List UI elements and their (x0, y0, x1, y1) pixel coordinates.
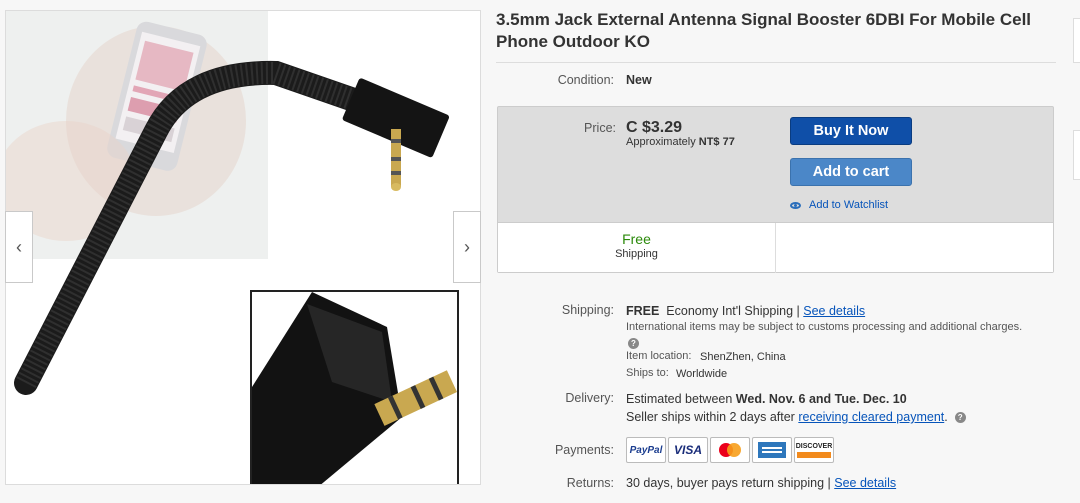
returns-line: 30 days, buyer pays return shipping | Se… (626, 476, 896, 490)
condition-label: Condition: (557, 73, 614, 87)
returns-details-link[interactable]: See details (834, 476, 896, 490)
delivery-dates: Wed. Nov. 6 and Tue. Dec. 10 (735, 392, 907, 406)
discover-text: DISCOVER (795, 442, 833, 450)
title-divider (496, 62, 1056, 63)
side-panel-edge (1073, 130, 1080, 180)
side-panel-edge (1073, 18, 1080, 63)
buy-it-now-button[interactable]: Buy It Now (790, 117, 912, 145)
condition-value: New (626, 73, 652, 87)
seller-ships-prefix: Seller ships within 2 days after (626, 410, 795, 424)
zoom-photo (252, 292, 457, 484)
product-image-gallery[interactable] (5, 10, 481, 485)
previous-image-button[interactable]: ‹ (5, 211, 33, 283)
price-label: Price: (584, 121, 616, 135)
product-title: 3.5mm Jack External Antenna Signal Boost… (496, 10, 1032, 51)
visa-text: VISA (673, 443, 702, 457)
free-shipping-title: Free (622, 231, 651, 247)
discover-stripe (797, 451, 831, 458)
chevron-right-icon: › (464, 236, 470, 257)
shipping-service: Economy Int'l Shipping | (666, 304, 800, 318)
shipping-label: Shipping: (561, 303, 614, 317)
free-shipping-subtitle: Shipping (615, 248, 658, 260)
item-location-value: ShenZhen, China (700, 351, 786, 363)
discover-logo: DISCOVER (794, 437, 834, 463)
seller-ships-line: Seller ships within 2 days after receivi… (626, 410, 966, 424)
delivery-estimate-prefix: Estimated between (626, 392, 733, 406)
mastercard-logo (710, 437, 750, 463)
shipping-summary: Free Shipping (498, 222, 1053, 273)
shipping-free: FREE (626, 304, 660, 318)
cleared-payment-link[interactable]: receiving cleared payment (798, 410, 944, 424)
price-approx-prefix: Approximately (626, 136, 696, 148)
returns-policy: 30 days, buyer pays return shipping | (626, 476, 831, 490)
watchlist-label: Add to Watchlist (809, 199, 889, 211)
paypal-logo: PayPal (626, 437, 666, 463)
next-image-button[interactable]: › (453, 211, 481, 283)
paypal-text: PayPal (629, 444, 663, 456)
summary-divider (775, 223, 776, 273)
zoom-inset (250, 290, 459, 484)
chevron-left-icon: ‹ (16, 236, 22, 257)
seller-ships-suffix: . (944, 410, 948, 424)
payments-label: Payments: (554, 443, 614, 457)
add-to-cart-button[interactable]: Add to cart (790, 158, 912, 186)
shipping-details-link[interactable]: See details (803, 304, 865, 318)
price-approx-value: NT$ 77 (698, 136, 735, 148)
shipping-note: International items may be subject to cu… (626, 321, 1023, 333)
item-location-label: Item location: (626, 350, 692, 362)
add-to-watchlist-link[interactable]: Add to Watchlist (790, 199, 888, 211)
buy-box: Price: C $3.29 Approximately NT$ 77 Buy … (497, 106, 1054, 273)
delivery-label: Delivery: (565, 391, 614, 405)
returns-label: Returns: (566, 476, 614, 490)
price-value: C $3.29 (626, 119, 683, 136)
ships-to-value: Worldwide (676, 368, 728, 380)
delivery-estimate: Estimated between Wed. Nov. 6 and Tue. D… (626, 392, 907, 406)
shipping-line: FREE Economy Int'l Shipping | See detail… (626, 304, 865, 318)
american-express-icon (758, 442, 786, 458)
visa-logo: VISA (668, 437, 708, 463)
help-icon[interactable]: ? (954, 412, 966, 424)
price-approximate: Approximately NT$ 77 (626, 136, 735, 148)
amex-logo (752, 437, 792, 463)
mastercard-icon (719, 443, 741, 457)
ships-to-label: Ships to: (626, 367, 669, 379)
eye-icon (790, 201, 801, 209)
